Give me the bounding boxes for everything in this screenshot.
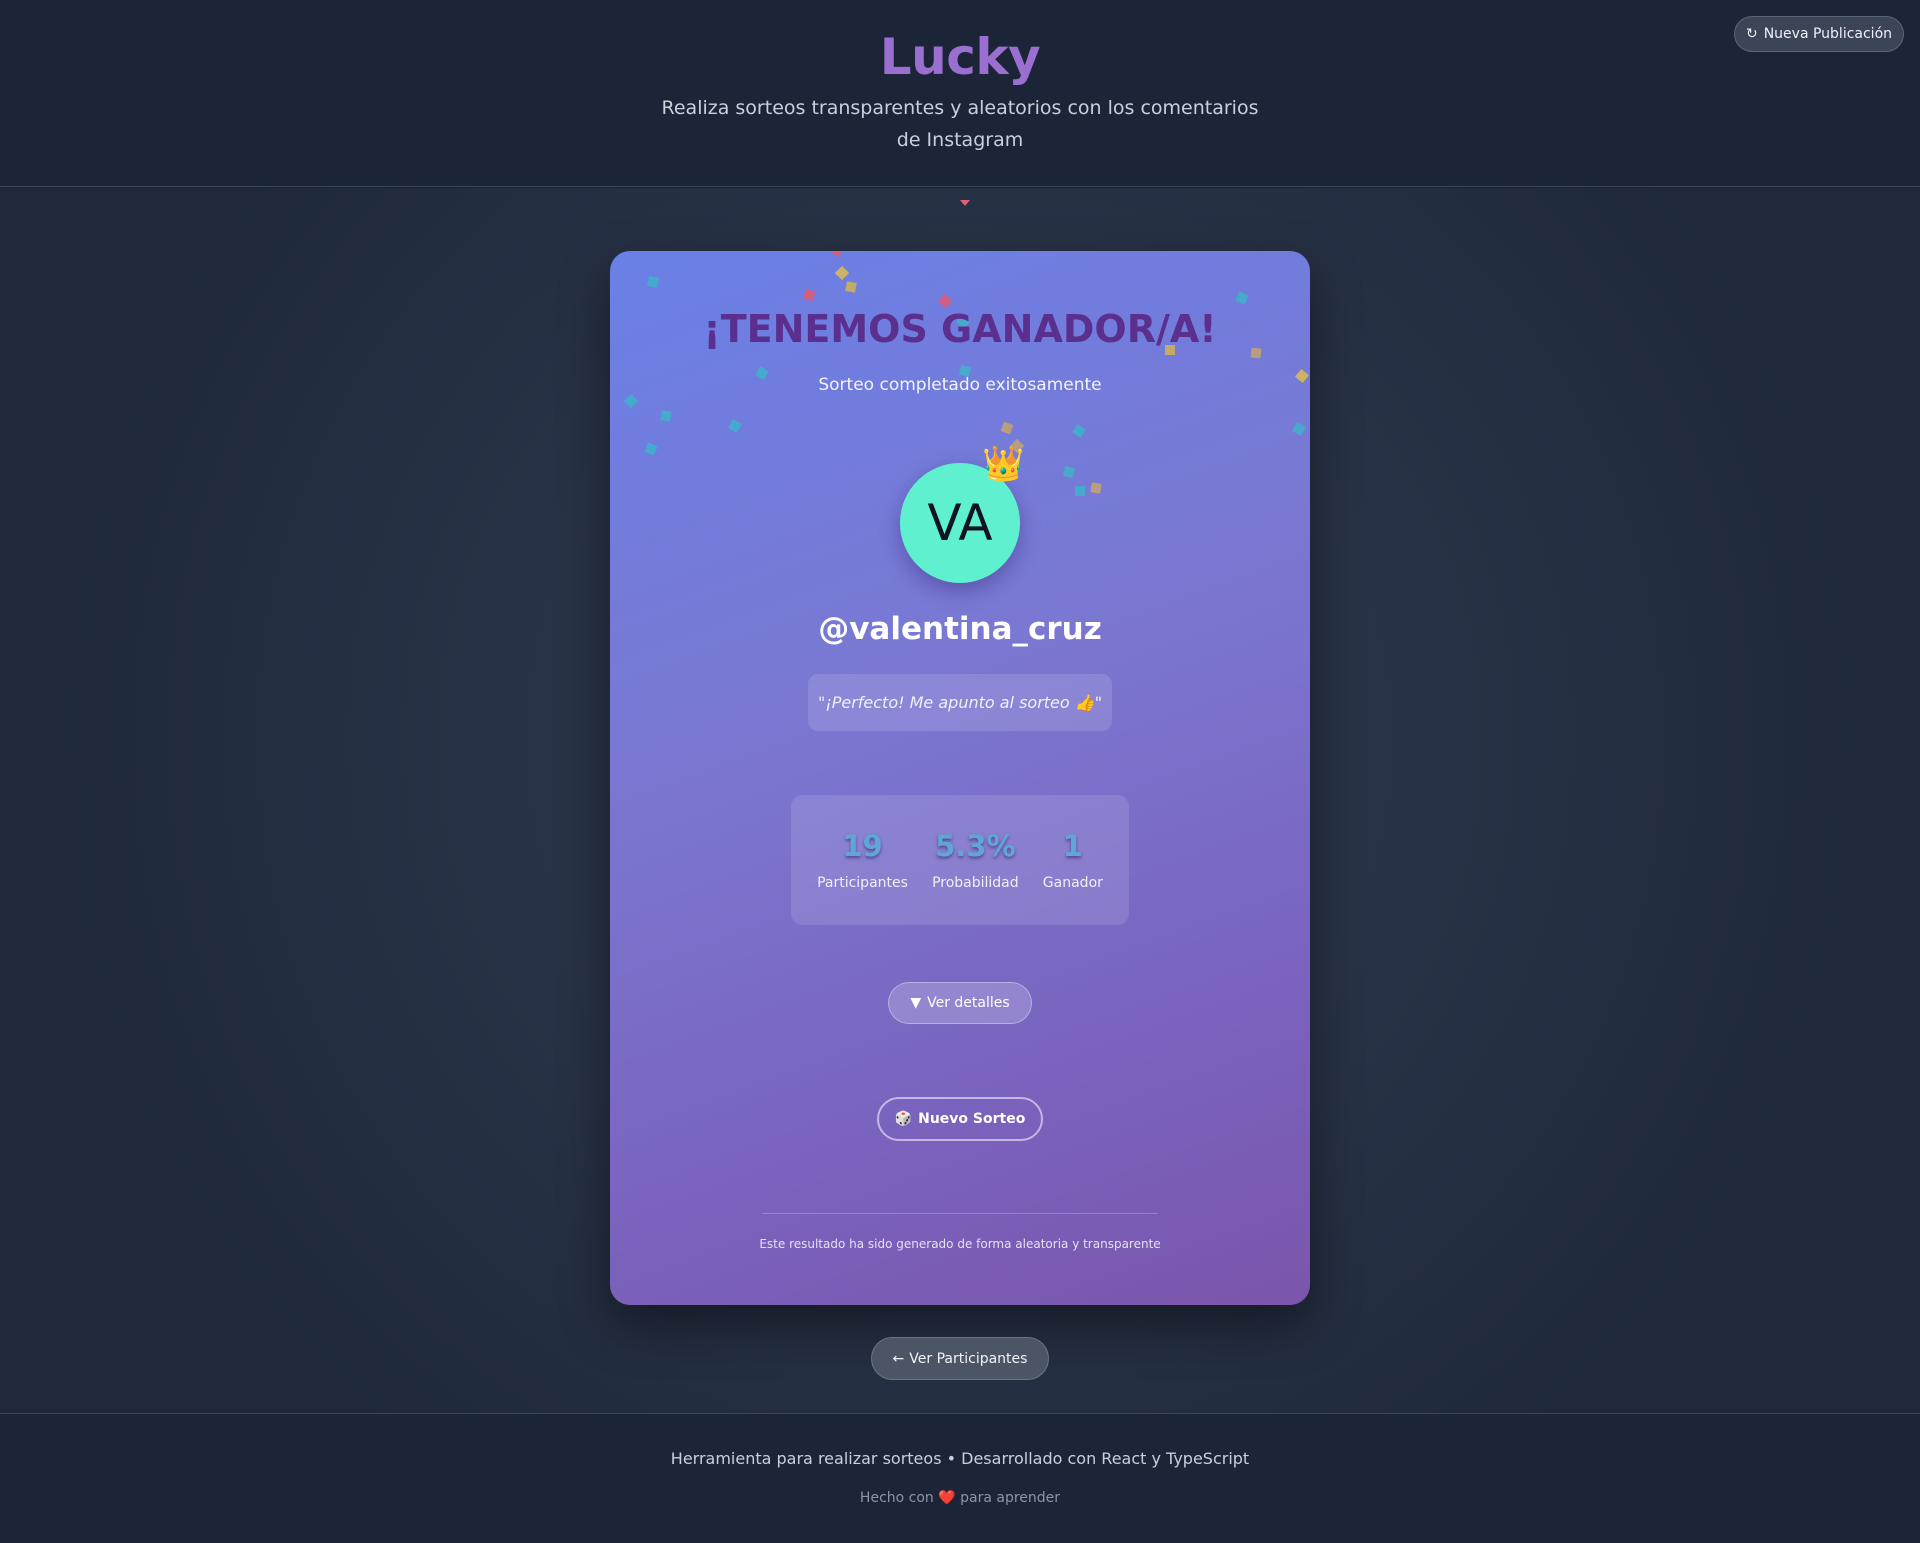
winner-title: ¡TENEMOS GANADOR/A!	[703, 307, 1217, 351]
confetti-icon	[623, 393, 639, 409]
winner-comment: "¡Perfecto! Me apunto al sorteo 👍"	[808, 674, 1112, 731]
card-divider	[762, 1213, 1158, 1214]
confetti-icon	[1072, 424, 1086, 438]
stat-label: Probabilidad	[932, 875, 1019, 891]
stat-value: 1	[1062, 829, 1083, 863]
view-details-label: Ver detalles	[927, 995, 1010, 1011]
confetti-icon	[644, 442, 658, 456]
footer-made-with-suffix: para aprender	[960, 1490, 1061, 1506]
winner-card: ¡TENEMOS GANADOR/A! Sorteo completado ex…	[610, 251, 1310, 1305]
crown-icon: 👑	[982, 444, 1025, 484]
confetti-icon	[938, 294, 952, 308]
app-footer: Herramienta para realizar sorteos • Desa…	[0, 1413, 1920, 1543]
footer-made-with: Hecho con ❤️ para aprender	[0, 1490, 1920, 1506]
stat-label: Ganador	[1042, 875, 1103, 891]
confetti-marker-icon	[960, 200, 970, 206]
arrow-left-icon: ←	[892, 1350, 905, 1367]
heart-icon: ❤️	[938, 1490, 956, 1506]
confetti-icon	[802, 288, 816, 302]
confetti-icon	[728, 419, 742, 433]
refresh-icon: ↻	[1745, 26, 1758, 42]
confetti-icon	[646, 275, 660, 289]
footer-credits: Herramienta para realizar sorteos • Desa…	[670, 1449, 1250, 1468]
stat-participants: 19 Participantes	[817, 829, 908, 891]
confetti-icon	[1062, 465, 1076, 479]
footer-made-with-prefix: Hecho con	[859, 1490, 934, 1506]
stats-panel: 19 Participantes 5.3% Probabilidad 1 Gan…	[791, 795, 1129, 925]
confetti-icon	[1235, 291, 1249, 305]
confetti-icon	[830, 251, 844, 257]
stat-winners: 1 Ganador	[1043, 829, 1103, 891]
stat-value: 19	[842, 829, 883, 863]
confetti-icon	[834, 265, 850, 281]
app-title: Lucky	[879, 28, 1041, 86]
confetti-icon	[1000, 421, 1014, 435]
winner-username: @valentina_cruz	[818, 611, 1102, 647]
winner-comment-text: "¡Perfecto! Me apunto al sorteo 👍"	[817, 693, 1103, 712]
winner-subtitle: Sorteo completado exitosamente	[818, 375, 1102, 395]
view-participants-label: Ver Participantes	[909, 1350, 1028, 1367]
new-publication-label: Nueva Publicación	[1763, 26, 1893, 42]
confetti-icon	[1075, 486, 1085, 496]
new-draw-label: Nuevo Sorteo	[918, 1111, 1026, 1127]
view-participants-button[interactable]: ← Ver Participantes	[871, 1337, 1049, 1380]
triangle-down-icon: ▼	[910, 995, 922, 1011]
stat-value: 5.3%	[935, 829, 1016, 863]
new-publication-button[interactable]: ↻ Nueva Publicación	[1734, 16, 1904, 52]
confetti-icon	[1090, 482, 1102, 494]
app-header: Lucky Realiza sorteos transparentes y al…	[0, 0, 1920, 187]
confetti-icon	[845, 281, 857, 293]
new-draw-button[interactable]: 🎲 Nuevo Sorteo	[877, 1097, 1043, 1141]
app-tagline: Realiza sorteos transparentes y aleatori…	[661, 97, 1259, 151]
result-note: Este resultado ha sido generado de forma…	[759, 1237, 1161, 1251]
dice-icon: 🎲	[894, 1111, 913, 1127]
confetti-icon	[660, 410, 672, 422]
view-details-button[interactable]: ▼ Ver detalles	[888, 982, 1032, 1024]
avatar-initials: VA	[927, 494, 993, 552]
stat-probability: 5.3% Probabilidad	[932, 829, 1019, 891]
stat-label: Participantes	[817, 875, 908, 891]
confetti-icon	[1292, 422, 1306, 436]
